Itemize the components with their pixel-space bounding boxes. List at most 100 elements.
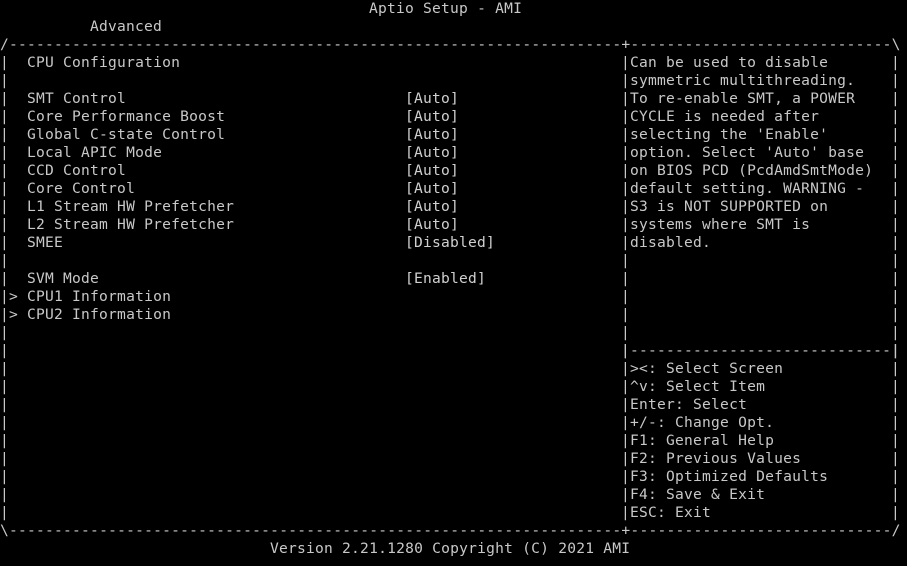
help-text-line: Can be used to disable: [630, 54, 829, 71]
submenu-arrow-icon: >: [9, 288, 19, 305]
frame-right-border: |: [891, 270, 901, 287]
frame-divider: |: [621, 378, 631, 395]
frame-right-border: |: [891, 288, 901, 305]
frame-left-border: |: [0, 360, 10, 377]
setting-smt-control-value[interactable]: [Auto]: [405, 90, 459, 108]
frame-divider: |: [621, 270, 631, 287]
setting-l1-stream-hw-prefetcher-label[interactable]: L1 Stream HW Prefetcher: [27, 198, 234, 216]
help-text-line: CYCLE is needed after: [630, 108, 820, 125]
frame-divider: |: [621, 252, 631, 269]
setting-ccd-control-label[interactable]: CCD Control: [27, 162, 126, 180]
frame-divider: |: [621, 288, 631, 305]
frame-left-border: |: [0, 468, 10, 485]
frame-left-border: |: [0, 180, 10, 197]
help-text-line: To re-enable SMT, a POWER: [630, 90, 856, 107]
setting-ccd-control-value[interactable]: [Auto]: [405, 162, 459, 180]
setting-core-performance-boost-label[interactable]: Core Performance Boost: [27, 108, 225, 126]
setting-local-apic-mode-value[interactable]: [Auto]: [405, 144, 459, 162]
frame-top-border: /---------------------------------------…: [0, 36, 901, 53]
setting-smee-label[interactable]: SMEE: [27, 234, 63, 252]
key-legend-item: F2: Previous Values: [630, 450, 802, 467]
frame-divider: |: [621, 396, 631, 413]
key-legend-item: F1: General Help: [630, 432, 775, 449]
key-legend-item: F3: Optimized Defaults: [630, 468, 829, 485]
window-title: Aptio Setup - AMI: [369, 0, 523, 17]
key-legend-item: ESC: Exit: [630, 504, 712, 521]
frame-left-border: |: [0, 396, 10, 413]
frame-right-border: |: [891, 234, 901, 251]
submenu-cpu1-information[interactable]: CPU1 Information: [27, 288, 171, 306]
frame-left-border: |: [0, 342, 10, 359]
frame-left-border: |: [0, 450, 10, 467]
frame-left-border: |: [0, 234, 10, 251]
frame-divider: |: [621, 234, 631, 251]
frame-divider: |: [621, 90, 631, 107]
frame-right-border: |: [891, 360, 901, 377]
frame-divider: |: [621, 360, 631, 377]
tab-advanced[interactable]: Advanced: [90, 18, 162, 36]
setting-l1-stream-hw-prefetcher-value[interactable]: [Auto]: [405, 198, 459, 216]
setting-global-c-state-control-value[interactable]: [Auto]: [405, 126, 459, 144]
help-text-line: systems where SMT is: [630, 216, 811, 233]
key-legend-item: F4: Save & Exit: [630, 486, 766, 503]
frame-left-border: |: [0, 162, 10, 179]
help-text-line: disabled.: [630, 234, 712, 251]
frame-divider: |: [621, 432, 631, 449]
frame-divider: |: [621, 180, 631, 197]
frame-right-border: |: [891, 216, 901, 233]
frame-divider: |: [621, 306, 631, 323]
help-text-line: selecting the 'Enable': [630, 126, 829, 143]
setting-local-apic-mode-label[interactable]: Local APIC Mode: [27, 144, 162, 162]
frame-left-border: |: [0, 504, 10, 521]
frame-right-border: |: [891, 324, 901, 341]
help-text-line: symmetric multithreading.: [630, 72, 856, 89]
frame-divider: |: [621, 216, 631, 233]
frame-right-border: |: [891, 108, 901, 125]
frame-divider: |: [621, 450, 631, 467]
help-separator: |-----------------------------|: [621, 342, 901, 359]
frame-left-border: |: [0, 108, 10, 125]
key-legend-item: +/-: Change Opt.: [630, 414, 775, 431]
frame-divider: |: [621, 126, 631, 143]
frame-right-border: |: [891, 72, 901, 89]
frame-right-border: |: [891, 90, 901, 107]
help-text-line: option. Select 'Auto' base: [630, 144, 865, 161]
setting-core-performance-boost-value[interactable]: [Auto]: [405, 108, 459, 126]
setting-core-control-value[interactable]: [Auto]: [405, 180, 459, 198]
frame-left-border: |: [0, 252, 10, 269]
frame-divider: |: [621, 72, 631, 89]
frame-divider: |: [621, 504, 631, 521]
frame-right-border: |: [891, 396, 901, 413]
setting-l2-stream-hw-prefetcher-value[interactable]: [Auto]: [405, 216, 459, 234]
setting-core-control-label[interactable]: Core Control: [27, 180, 135, 198]
frame-right-border: |: [891, 468, 901, 485]
frame-left-border: |: [0, 144, 10, 161]
frame-right-border: |: [891, 144, 901, 161]
frame-bottom-border: \---------------------------------------…: [0, 522, 901, 539]
frame-left-border: |: [0, 306, 10, 323]
key-legend-item: ><: Select Screen: [630, 360, 784, 377]
frame-left-border: |: [0, 270, 10, 287]
frame-right-border: |: [891, 252, 901, 269]
frame-right-border: |: [891, 306, 901, 323]
footer-version: Version 2.21.1280 Copyright (C) 2021 AMI: [270, 540, 631, 557]
frame-right-border: |: [891, 126, 901, 143]
key-legend-item: ^v: Select Item: [630, 378, 766, 395]
frame-left-border: |: [0, 324, 10, 341]
setting-global-c-state-control-label[interactable]: Global C-state Control: [27, 126, 225, 144]
setting-svm-mode-label[interactable]: SVM Mode: [27, 270, 99, 288]
frame-right-border: |: [891, 504, 901, 521]
setting-smt-control-label[interactable]: SMT Control: [27, 90, 126, 108]
frame-left-border: |: [0, 90, 10, 107]
submenu-cpu2-information[interactable]: CPU2 Information: [27, 306, 171, 324]
setting-l2-stream-hw-prefetcher-label[interactable]: L2 Stream HW Prefetcher: [27, 216, 234, 234]
setting-smee-value[interactable]: [Disabled]: [405, 234, 495, 252]
key-legend-item: Enter: Select: [630, 396, 748, 413]
submenu-arrow-icon: >: [9, 306, 19, 323]
frame-right-border: |: [891, 432, 901, 449]
setting-svm-mode-value[interactable]: [Enabled]: [405, 270, 486, 288]
frame-divider: |: [621, 414, 631, 431]
frame-left-border: |: [0, 432, 10, 449]
frame-divider: |: [621, 468, 631, 485]
frame-left-border: |: [0, 216, 10, 233]
